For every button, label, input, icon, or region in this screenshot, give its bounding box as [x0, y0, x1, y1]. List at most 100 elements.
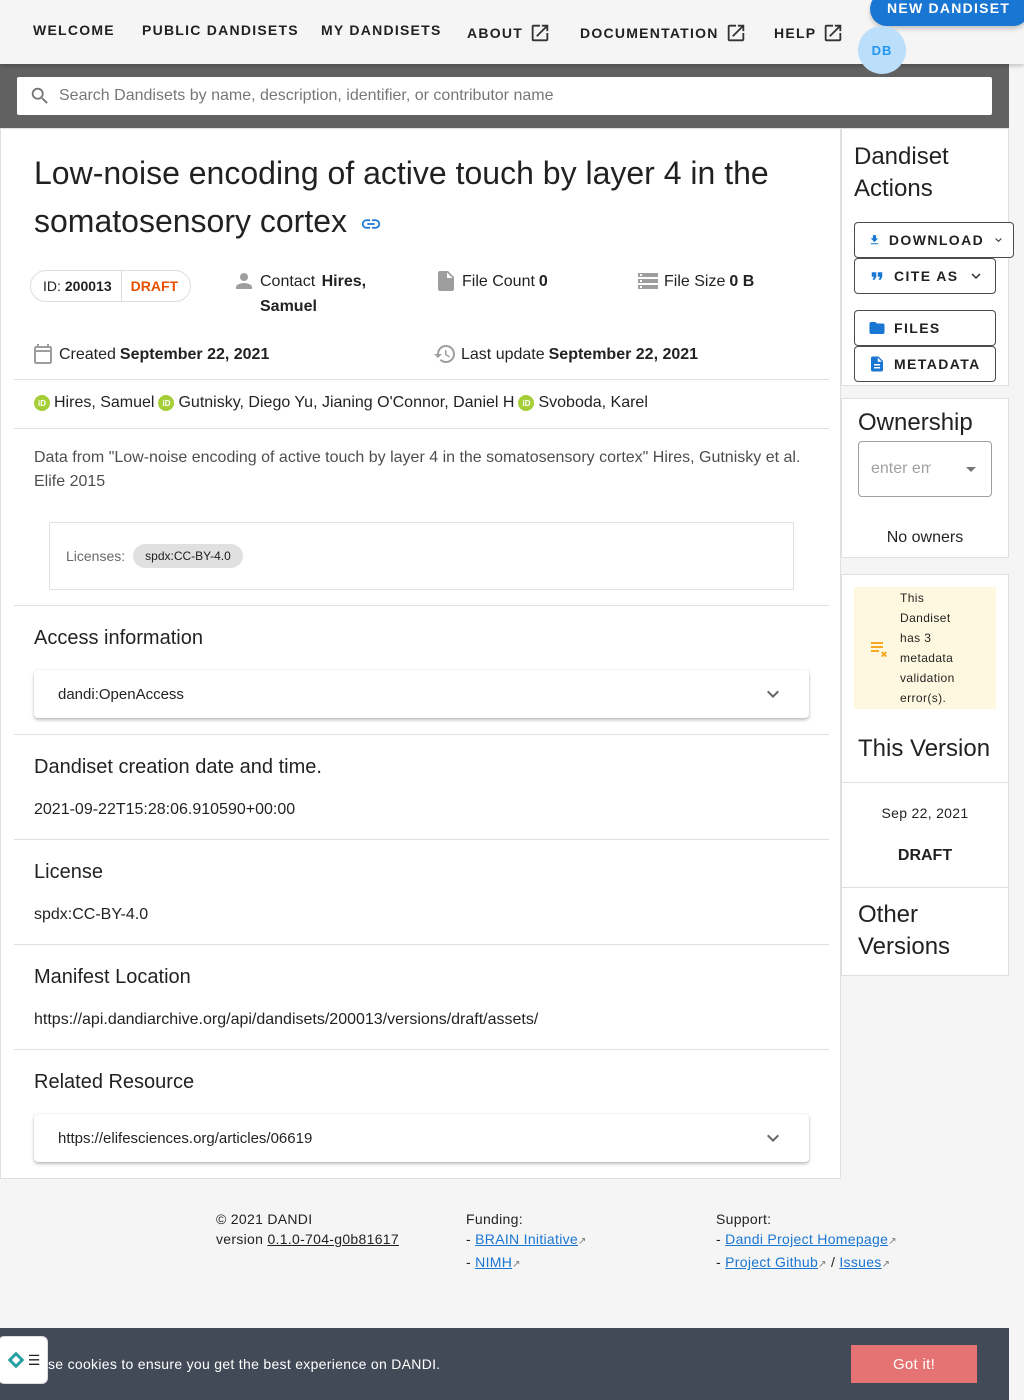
support-label: Support:	[716, 1211, 772, 1227]
cite-as-button[interactable]: CITE AS	[854, 258, 996, 294]
nav-my-dandisets[interactable]: MY DANDISETS	[321, 22, 442, 38]
validation-warning-text: This Dandiset has 3 metadata validation …	[900, 591, 955, 705]
metadata-label: METADATA	[894, 356, 981, 372]
footer-support: Support: - Dandi Project Homepage↗ - Pro…	[716, 1211, 897, 1270]
person-icon	[236, 273, 252, 289]
dandiset-title: Low-noise encoding of active touch by la…	[34, 155, 769, 239]
divider	[14, 605, 829, 606]
license-heading: License	[34, 861, 103, 883]
version-name[interactable]: DRAFT	[842, 847, 1008, 865]
contributors-list: iD Hires, Samuel iD Gutnisky, Diego Yu, …	[34, 394, 648, 412]
brain-initiative-link[interactable]: BRAIN Initiative	[475, 1231, 578, 1247]
creation-heading: Dandiset creation date and time.	[34, 756, 322, 778]
version-date[interactable]: Sep 22, 2021	[842, 805, 1008, 821]
footer-funding: Funding: - BRAIN Initiative↗ - NIMH↗	[466, 1211, 587, 1270]
menu-icon: ☰	[27, 1351, 41, 1368]
external-link-icon	[531, 24, 549, 42]
files-label: FILES	[894, 320, 941, 336]
created-label: Created	[59, 346, 116, 363]
external-link-icon: ↗	[818, 1259, 827, 1270]
orcid-icon[interactable]: iD	[34, 395, 50, 411]
contributor: Svoboda, Karel	[538, 394, 648, 411]
link-icon[interactable]	[360, 213, 382, 235]
external-link-icon: ↗	[881, 1259, 891, 1270]
nav-about[interactable]: ABOUT	[467, 22, 551, 44]
validation-warning[interactable]: This Dandiset has 3 metadata validation …	[854, 587, 996, 709]
dropdown-arrow-icon	[966, 467, 976, 472]
owner-select[interactable]: enter em	[858, 441, 992, 497]
calendar-icon	[34, 344, 52, 364]
identifier-chip: ID: 200013 DRAFT	[30, 270, 192, 302]
created-value: September 22, 2021	[119, 346, 270, 363]
search-placeholder: Search Dandisets by name, description, i…	[59, 87, 554, 104]
files-button[interactable]: FILES	[854, 310, 996, 346]
manifest-heading: Manifest Location	[34, 966, 191, 988]
orcid-icon[interactable]: iD	[158, 395, 175, 411]
access-value: dandi:OpenAccess	[58, 685, 184, 703]
external-link-icon	[825, 24, 842, 42]
file-icon	[438, 271, 454, 291]
download-icon	[870, 235, 879, 245]
history-icon	[434, 345, 455, 363]
orcid-icon[interactable]: iD	[518, 395, 535, 411]
version-link[interactable]: 0.1.0-704-g0b81617	[267, 1231, 399, 1247]
versions-card: This Dandiset has 3 metadata validation …	[841, 574, 1009, 976]
nav-help[interactable]: HELP	[774, 22, 844, 44]
homepage-link[interactable]: Dandi Project Homepage	[725, 1231, 888, 1247]
divider	[14, 944, 829, 945]
search-input[interactable]: Search Dandisets by name, description, i…	[17, 77, 992, 115]
dandiset-main-card: Low-noise encoding of active touch by la…	[0, 128, 841, 1179]
nav-public-label: PUBLIC DANDISETS	[142, 22, 299, 38]
creation-value: 2021-09-22T15:28:06.910590+00:00	[34, 801, 296, 818]
playlist-remove-icon	[871, 642, 887, 658]
download-label: DOWNLOAD	[888, 232, 985, 248]
updated-value: September 22, 2021	[548, 346, 699, 363]
access-info-panel[interactable]: dandi:OpenAccess	[34, 670, 809, 718]
cookie-text: se cookies to ensure you get the best ex…	[48, 1356, 441, 1372]
nav-public-dandisets[interactable]: PUBLIC DANDISETS	[142, 22, 299, 38]
dandiset-description: Data from "Low-noise encoding of active …	[34, 449, 801, 490]
chevron-down-icon	[971, 273, 981, 279]
file-count-label: File Count	[462, 273, 535, 290]
external-link-icon	[727, 24, 744, 42]
quote-icon	[871, 272, 883, 280]
id-value: 200013	[64, 278, 112, 294]
user-avatar[interactable]: DB	[858, 26, 906, 74]
license-chip: spdx:CC-BY-4.0	[133, 544, 243, 568]
download-button[interactable]: DOWNLOAD	[854, 222, 1014, 258]
related-resource-panel[interactable]: https://elifesciences.org/articles/06619	[34, 1114, 809, 1162]
document-icon	[871, 356, 883, 372]
file-size-value: 0 B	[729, 273, 755, 290]
contributor: Hires, Samuel	[54, 394, 155, 411]
nav-welcome-label: WELCOME	[33, 22, 115, 38]
version-label: version	[216, 1231, 264, 1247]
file-count-value: 0	[538, 273, 548, 290]
contributor: Gutnisky, Diego Yu, Jianing O'Connor, Da…	[178, 394, 515, 411]
access-info-heading: Access information	[34, 627, 203, 649]
licenses-label: Licenses:	[66, 548, 126, 564]
nimh-link[interactable]: NIMH	[475, 1254, 512, 1270]
folder-icon	[869, 322, 885, 334]
external-link-icon: ↗	[512, 1259, 521, 1270]
manifest-value: https://api.dandiarchive.org/api/dandise…	[34, 1011, 539, 1028]
search-icon	[31, 87, 48, 104]
nav-mine-label: MY DANDISETS	[321, 22, 442, 38]
nav-welcome[interactable]: WELCOME	[33, 22, 115, 38]
new-dandiset-button[interactable]: NEW DANDISET	[870, 0, 1024, 26]
issues-link[interactable]: Issues	[839, 1254, 881, 1270]
external-link-icon: ↗	[578, 1236, 587, 1247]
ownership-heading: Ownership	[858, 409, 973, 436]
licenses-box: Licenses: spdx:CC-BY-4.0	[49, 522, 794, 590]
external-link-icon: ↗	[888, 1236, 897, 1247]
chip-divider	[120, 270, 122, 302]
divider	[842, 782, 1008, 783]
updated-label: Last update	[461, 346, 545, 363]
chevron-down-icon	[767, 690, 779, 698]
devtools-toggle[interactable]: ☰	[0, 1336, 48, 1384]
nav-documentation[interactable]: DOCUMENTATION	[580, 22, 747, 44]
related-resource-value: https://elifesciences.org/articles/06619	[58, 1129, 313, 1147]
github-link[interactable]: Project Github	[725, 1254, 818, 1270]
metadata-button[interactable]: METADATA	[854, 346, 996, 382]
no-owners-text: No owners	[886, 529, 964, 546]
accept-cookies-button[interactable]: Got it!	[851, 1345, 977, 1383]
